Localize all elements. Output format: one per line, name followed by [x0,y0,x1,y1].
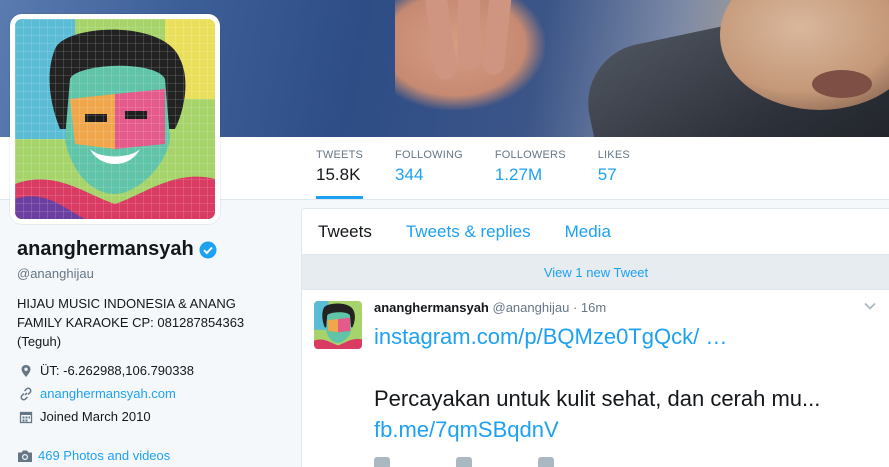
stat-value: 15.8K [316,165,361,184]
website-link[interactable]: ananghermansyah.com [40,386,176,401]
tweet-item[interactable]: ananghermansyah @ananghijau · 16m instag… [302,290,889,467]
stat-following[interactable]: FOLLOWING 344 [395,149,463,199]
calendar-icon [19,411,33,423]
tweet-author-name[interactable]: ananghermansyah [374,300,489,315]
tab-media[interactable]: Media [565,222,611,242]
stat-followers[interactable]: FOLLOWERS 1.27M [495,149,566,199]
photos-videos-link[interactable]: 469 Photos and videos [17,448,282,463]
chevron-down-icon[interactable] [864,302,876,310]
camera-icon [18,450,32,462]
timeline: Tweets Tweets & replies Media View 1 new… [301,208,889,467]
stat-value: 1.27M [494,165,543,184]
avatar-image [15,19,215,219]
link-icon [20,387,32,400]
banner-finger [458,0,480,70]
stat-label: FOLLOWING [395,149,463,161]
profile-avatar[interactable] [10,14,220,224]
tab-tweets-replies[interactable]: Tweets & replies [406,222,531,242]
photos-videos-label: 469 Photos and videos [38,448,171,463]
stat-likes[interactable]: LIKES 57 [598,149,630,199]
screen-name[interactable]: @ananghijau [17,266,282,281]
location-row: ÜT: -6.262988,106.790338 [17,359,282,382]
verified-badge-icon [199,241,217,258]
tweet-author-handle[interactable]: @ananghijau [493,300,570,315]
like-icon[interactable] [538,457,554,467]
profile-stats: TWEETS 15.8K FOLLOWING 344 FOLLOWERS 1.2… [316,149,662,199]
banner-mouth [812,70,872,98]
joined-row: Joined March 2010 [17,405,282,428]
tweet-body: Percayakan untuk kulit sehat, dan cerah … [374,386,821,411]
timeline-tabs: Tweets Tweets & replies Media [302,209,889,255]
name-row: ananghermansyah [17,238,282,261]
joined-date: Joined March 2010 [40,409,151,424]
tweet-link-instagram[interactable]: instagram.com/p/BQMze0TgQck/ … [374,324,727,349]
tab-tweets[interactable]: Tweets [318,222,372,242]
stat-tweets[interactable]: TWEETS 15.8K [316,149,364,199]
reply-icon[interactable] [374,457,390,467]
stat-label: FOLLOWERS [494,149,566,161]
new-tweets-bar[interactable]: View 1 new Tweet [302,255,889,290]
stat-value: 344 [395,165,424,184]
tweet-text: instagram.com/p/BQMze0TgQck/ … Percayaka… [374,321,886,445]
profile-sidebar: ananghermansyah @ananghijau HIJAU MUSIC … [17,238,282,463]
location-pin-icon [21,364,31,377]
display-name[interactable]: ananghermansyah [17,238,194,261]
tweet-header: ananghermansyah @ananghijau · 16m [374,300,886,315]
stat-value: 57 [597,165,617,184]
tweet-link-fb[interactable]: fb.me/7qmSBqdnV [374,417,559,442]
profile-meta: ÜT: -6.262988,106.790338 ananghermansyah… [17,359,282,428]
tweet-actions [374,457,886,467]
retweet-icon[interactable] [456,457,472,467]
tweet-timestamp[interactable]: 16m [581,300,606,315]
profile-bio: HIJAU MUSIC INDONESIA & ANANG FAMILY KAR… [17,296,245,349]
location-text: ÜT: -6.262988,106.790338 [40,363,194,378]
tweet-avatar[interactable] [314,301,362,349]
stat-label: LIKES [597,149,630,161]
tweet-separator: · [572,300,578,315]
tweet-avatar-image [314,301,362,349]
stat-label: TWEETS [316,149,364,161]
website-row: ananghermansyah.com [17,382,282,405]
